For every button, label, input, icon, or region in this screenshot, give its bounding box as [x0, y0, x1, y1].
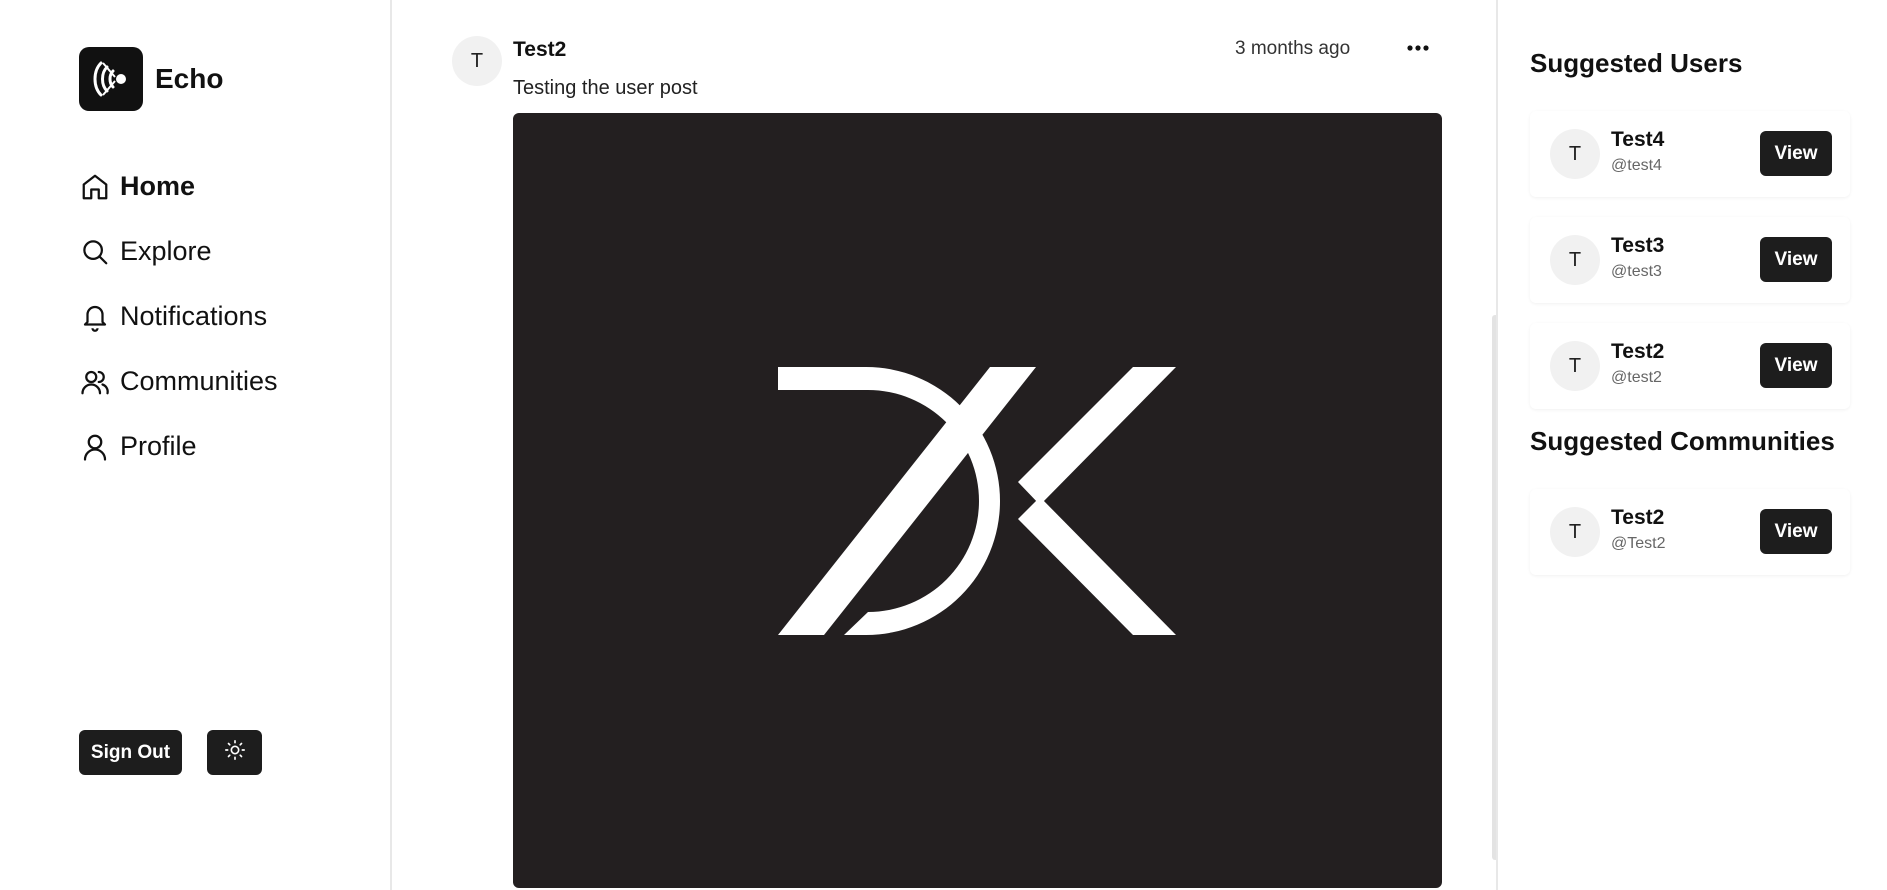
bell-icon [79, 301, 111, 333]
post-text: Testing the user post [513, 77, 698, 99]
app-root: Echo Home Explore Notifications Communit… [0, 0, 1887, 890]
echo-logo-icon [79, 47, 143, 111]
dk-logo-image [777, 366, 1176, 635]
avatar[interactable]: T [1550, 341, 1600, 391]
nav-item-home[interactable]: Home [79, 154, 278, 219]
suggested-user-card: T Test4 @test4 View [1530, 111, 1850, 197]
user-icon [79, 431, 111, 463]
nav-item-explore[interactable]: Explore [79, 219, 278, 284]
avatar[interactable]: T [1550, 507, 1600, 557]
nav-item-communities[interactable]: Communities [79, 349, 278, 414]
nav-item-profile[interactable]: Profile [79, 414, 278, 479]
brand-name: Echo [155, 63, 224, 94]
view-community-button[interactable]: View [1760, 509, 1832, 554]
nav-label-profile: Profile [120, 431, 197, 461]
post-timestamp: 3 months ago [1235, 38, 1351, 59]
sign-out-button[interactable]: Sign Out [79, 730, 182, 775]
left-sidebar: Echo Home Explore Notifications Communit… [0, 0, 392, 890]
right-sidebar: Suggested Users T Test4 @test4 View T Te… [1530, 0, 1860, 890]
suggested-user-card: T Test2 @test2 View [1530, 323, 1850, 409]
users-icon [79, 366, 111, 398]
sidebar-actions: Sign Out [79, 730, 262, 775]
post-image[interactable] [513, 113, 1442, 888]
user-name[interactable]: Test4 [1611, 128, 1664, 152]
user-handle: @test2 [1611, 369, 1662, 386]
more-horizontal-icon[interactable] [1403, 36, 1433, 60]
community-handle: @Test2 [1611, 535, 1666, 552]
nav-label-communities: Communities [120, 366, 278, 396]
nav-label-notifications: Notifications [120, 301, 268, 331]
feed[interactable]: T Test2 3 months ago Testing the user po… [394, 0, 1498, 890]
theme-toggle-button[interactable] [207, 730, 262, 775]
view-user-button[interactable]: View [1760, 237, 1832, 282]
avatar[interactable]: T [1550, 129, 1600, 179]
suggested-community-card: T Test2 @Test2 View [1530, 489, 1850, 575]
feed-scrollbar[interactable] [1492, 315, 1496, 860]
suggested-communities-title: Suggested Communities [1530, 426, 1835, 456]
suggested-users-title: Suggested Users [1530, 48, 1743, 78]
nav-label-explore: Explore [120, 236, 212, 266]
avatar[interactable]: T [1550, 235, 1600, 285]
user-handle: @test4 [1611, 157, 1662, 174]
suggested-user-card: T Test3 @test3 View [1530, 217, 1850, 303]
search-icon [79, 236, 111, 268]
community-name[interactable]: Test2 [1611, 506, 1664, 530]
home-icon [79, 171, 111, 203]
user-name[interactable]: Test3 [1611, 234, 1664, 258]
post-author-avatar[interactable]: T [452, 36, 502, 86]
brand[interactable]: Echo [79, 47, 223, 111]
sun-icon [224, 739, 246, 767]
view-user-button[interactable]: View [1760, 131, 1832, 176]
user-name[interactable]: Test2 [1611, 340, 1664, 364]
main-nav: Home Explore Notifications Communities P… [79, 154, 278, 479]
view-user-button[interactable]: View [1760, 343, 1832, 388]
nav-label-home: Home [120, 171, 196, 201]
nav-item-notifications[interactable]: Notifications [79, 284, 278, 349]
post-author-name[interactable]: Test2 [513, 38, 566, 62]
user-handle: @test3 [1611, 263, 1662, 280]
